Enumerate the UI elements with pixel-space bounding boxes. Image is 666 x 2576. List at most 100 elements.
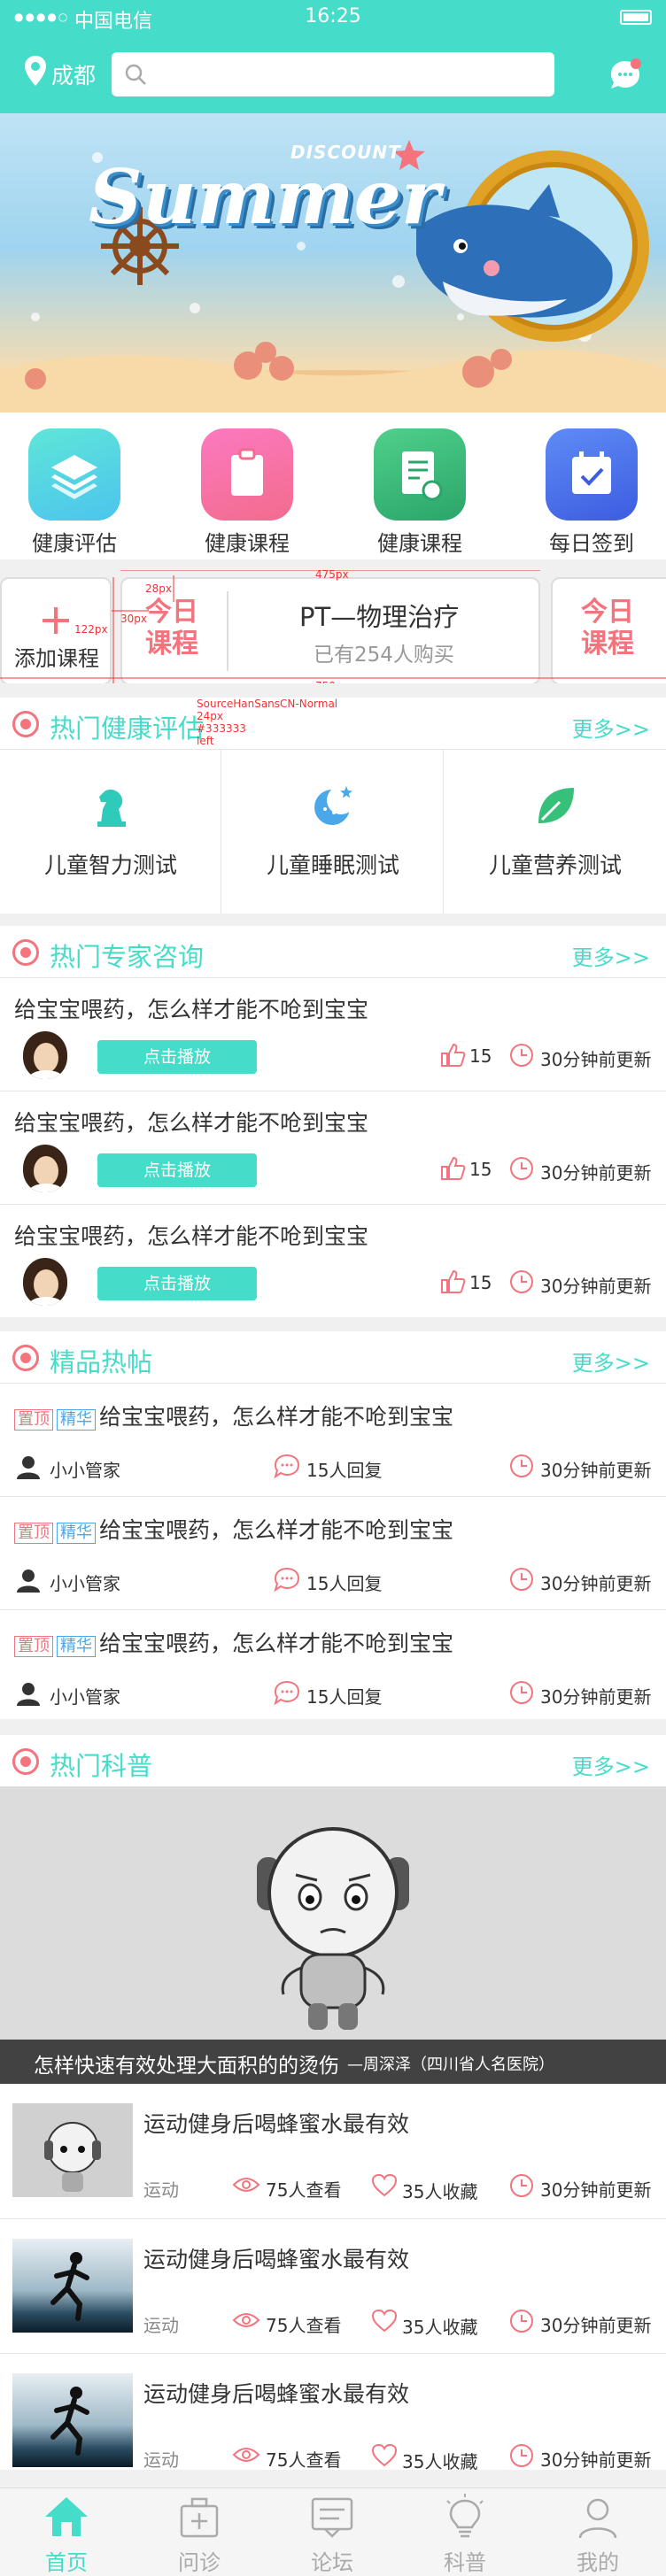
quick-item-daily-checkin[interactable]: 每日签到 <box>538 428 645 557</box>
article-category: 运动 <box>143 2179 179 2201</box>
forum-icon <box>311 2497 353 2538</box>
user-icon <box>578 2498 617 2539</box>
promo-banner[interactable]: DISCOUNT Summer <box>0 113 666 413</box>
article-item[interactable]: 运动健身后喝蜂蜜水最有效 运动 75人查看 35人收藏 30分钟前更新 <box>0 2084 666 2218</box>
heart-icon[interactable] <box>372 2310 397 2333</box>
science-section: 热门科普 更多>> 怎样快速有效处理大面积的的烫伤 —周深泽（四川省人名医院） … <box>0 1735 666 2472</box>
quick-item-label: 健康课程 <box>205 531 290 556</box>
post-item[interactable]: 置顶 精华 给宝宝喂药，怎么样才能不呛到宝宝 小小管家 15人回复 30分钟前更新 <box>0 1609 666 1719</box>
consult-question: 给宝宝喂药，怎么样才能不呛到宝宝 <box>14 1110 369 1136</box>
post-title-line: 置顶 精华 给宝宝喂药，怎么样才能不呛到宝宝 <box>14 1513 453 1545</box>
consult-item[interactable]: 给宝宝喂药，怎么样才能不呛到宝宝 点击播放 15 30分钟前更新 <box>0 977 666 1091</box>
article-thumb <box>12 2373 133 2467</box>
section-dot-icon <box>12 1345 39 1371</box>
clock-icon <box>510 2310 533 2333</box>
eval-item-nutrition[interactable]: 儿童营养测试 <box>445 749 666 914</box>
comment-icon <box>274 1680 300 1706</box>
layers-icon <box>28 428 120 521</box>
expert-consult-section: 热门专家咨询 更多>> 给宝宝喂药，怎么样才能不呛到宝宝 点击播放 15 30分… <box>0 926 666 1317</box>
tab-science[interactable]: 科普 <box>399 2492 531 2576</box>
featured-tag: 精华 <box>57 1636 96 1657</box>
search-box[interactable] <box>112 52 554 96</box>
section-header: 热门科普 更多>> <box>0 1735 666 1786</box>
article-item[interactable]: 运动健身后喝蜂蜜水最有效 运动 75人查看 35人收藏 30分钟前更新 <box>0 2218 666 2353</box>
eye-icon <box>232 2448 260 2462</box>
tab-label: 论坛 <box>311 2550 353 2575</box>
section-header: 精品热帖 更多>> <box>0 1331 666 1383</box>
status-bar: ●●●●○ 中国电信 16:25 <box>0 0 666 35</box>
consult-item[interactable]: 给宝宝喂药，怎么样才能不呛到宝宝 点击播放 15 30分钟前更新 <box>0 1204 666 1317</box>
more-link[interactable]: 更多>> <box>572 1346 650 1377</box>
update-time: 30分钟前更新 <box>540 1460 652 1481</box>
search-input[interactable] <box>158 59 538 89</box>
clock-icon <box>510 2174 533 2197</box>
location-pin-icon[interactable] <box>25 56 46 86</box>
caption-author: —周深泽（四川省人名医院） <box>347 2055 554 2074</box>
post-item[interactable]: 置顶 精华 给宝宝喂药，怎么样才能不呛到宝宝 小小管家 15人回复 30分钟前更新 <box>0 1383 666 1496</box>
update-time: 30分钟前更新 <box>540 1162 652 1184</box>
eval-item-sleep[interactable]: 儿童睡眠测试 <box>222 749 444 914</box>
comment-icon <box>274 1454 300 1479</box>
post-author: 小小管家 <box>50 1460 120 1481</box>
more-link[interactable]: 更多>> <box>572 712 650 743</box>
hot-eval-section: 热门健康评估 更多>> SourceHanSansCN-Normal 24px … <box>0 698 666 914</box>
post-title: 给宝宝喂药，怎么样才能不呛到宝宝 <box>99 1517 454 1543</box>
update-time: 30分钟前更新 <box>540 2315 652 2336</box>
measure-label: 28px <box>145 582 172 595</box>
document-icon <box>374 428 466 521</box>
quick-item-label: 健康评估 <box>32 531 117 556</box>
clock-icon <box>510 1681 533 1704</box>
measure-label: 122px <box>74 623 108 636</box>
quick-entry-grid: 健康评估 健康课程 健康课程 每日签到 <box>0 413 666 559</box>
article-item[interactable]: 运动健身后喝蜂蜜水最有效 运动 75人查看 35人收藏 30分钟前更新 <box>0 2353 666 2472</box>
city-selector[interactable]: 成都 <box>51 58 96 90</box>
view-count: 75人查看 <box>266 2449 342 2471</box>
tab-consult[interactable]: 问诊 <box>133 2492 266 2576</box>
measure-label: 750px <box>315 680 349 683</box>
consult-item[interactable]: 给宝宝喂药，怎么样才能不呛到宝宝 点击播放 15 30分钟前更新 <box>0 1091 666 1204</box>
thumbs-up-icon[interactable] <box>439 1269 466 1295</box>
quick-item-label: 健康课程 <box>377 531 462 556</box>
tab-forum[interactable]: 论坛 <box>266 2492 399 2576</box>
section-title: 热门科普 <box>50 1751 153 1781</box>
play-button[interactable]: 点击播放 <box>97 1267 257 1300</box>
post-title-line: 置顶 精华 给宝宝喂药，怎么样才能不呛到宝宝 <box>14 1400 453 1431</box>
more-link[interactable]: 更多>> <box>572 940 650 971</box>
quick-item-health-assessment[interactable]: 健康评估 <box>21 428 128 557</box>
bottom-tab-bar: 首页 问诊 论坛 科普 我的 <box>0 2487 666 2576</box>
post-item[interactable]: 置顶 精华 给宝宝喂药，怎么样才能不呛到宝宝 小小管家 15人回复 30分钟前更新 <box>0 1496 666 1609</box>
consult-question: 给宝宝喂药，怎么样才能不呛到宝宝 <box>14 1223 369 1249</box>
thumbs-up-icon[interactable] <box>439 1155 466 1182</box>
play-button[interactable]: 点击播放 <box>97 1040 257 1074</box>
article-category: 运动 <box>143 2315 179 2336</box>
clipboard-icon <box>201 428 293 521</box>
thumbs-up-icon[interactable] <box>439 1042 466 1068</box>
heart-icon[interactable] <box>372 2174 397 2197</box>
eval-label: 儿童营养测试 <box>488 852 622 878</box>
tab-label: 我的 <box>577 2550 619 2575</box>
quick-item-health-course-2[interactable]: 健康课程 <box>367 428 473 557</box>
user-icon <box>17 1683 40 1706</box>
quick-item-health-course[interactable]: 健康课程 <box>194 428 300 557</box>
clock-icon <box>510 1157 533 1180</box>
view-count: 75人查看 <box>266 2315 342 2336</box>
expert-avatar <box>23 1031 67 1079</box>
post-author: 小小管家 <box>50 1573 120 1594</box>
tab-home[interactable]: 首页 <box>0 2492 133 2576</box>
tab-profile[interactable]: 我的 <box>531 2492 664 2576</box>
chess-knight-icon <box>97 789 126 827</box>
medical-kit-icon <box>180 2497 219 2538</box>
annotation-size: 24px <box>197 710 223 722</box>
heart-icon[interactable] <box>372 2444 397 2467</box>
play-button[interactable]: 点击播放 <box>97 1153 257 1187</box>
chat-bubble-icon[interactable] <box>608 57 643 92</box>
eval-item-intelligence[interactable]: 儿童智力测试 <box>0 749 221 914</box>
annotation-color: #333333 <box>197 722 246 735</box>
more-link[interactable]: 更多>> <box>572 1749 650 1780</box>
featured-article-image[interactable]: 怎样快速有效处理大面积的的烫伤 —周深泽（四川省人名医院） <box>0 1786 666 2084</box>
featured-tag: 精华 <box>57 1523 96 1544</box>
eye-icon <box>232 2178 260 2192</box>
bulb-icon <box>446 2494 484 2538</box>
clock-icon <box>510 1454 533 1477</box>
comment-icon <box>274 1567 300 1593</box>
